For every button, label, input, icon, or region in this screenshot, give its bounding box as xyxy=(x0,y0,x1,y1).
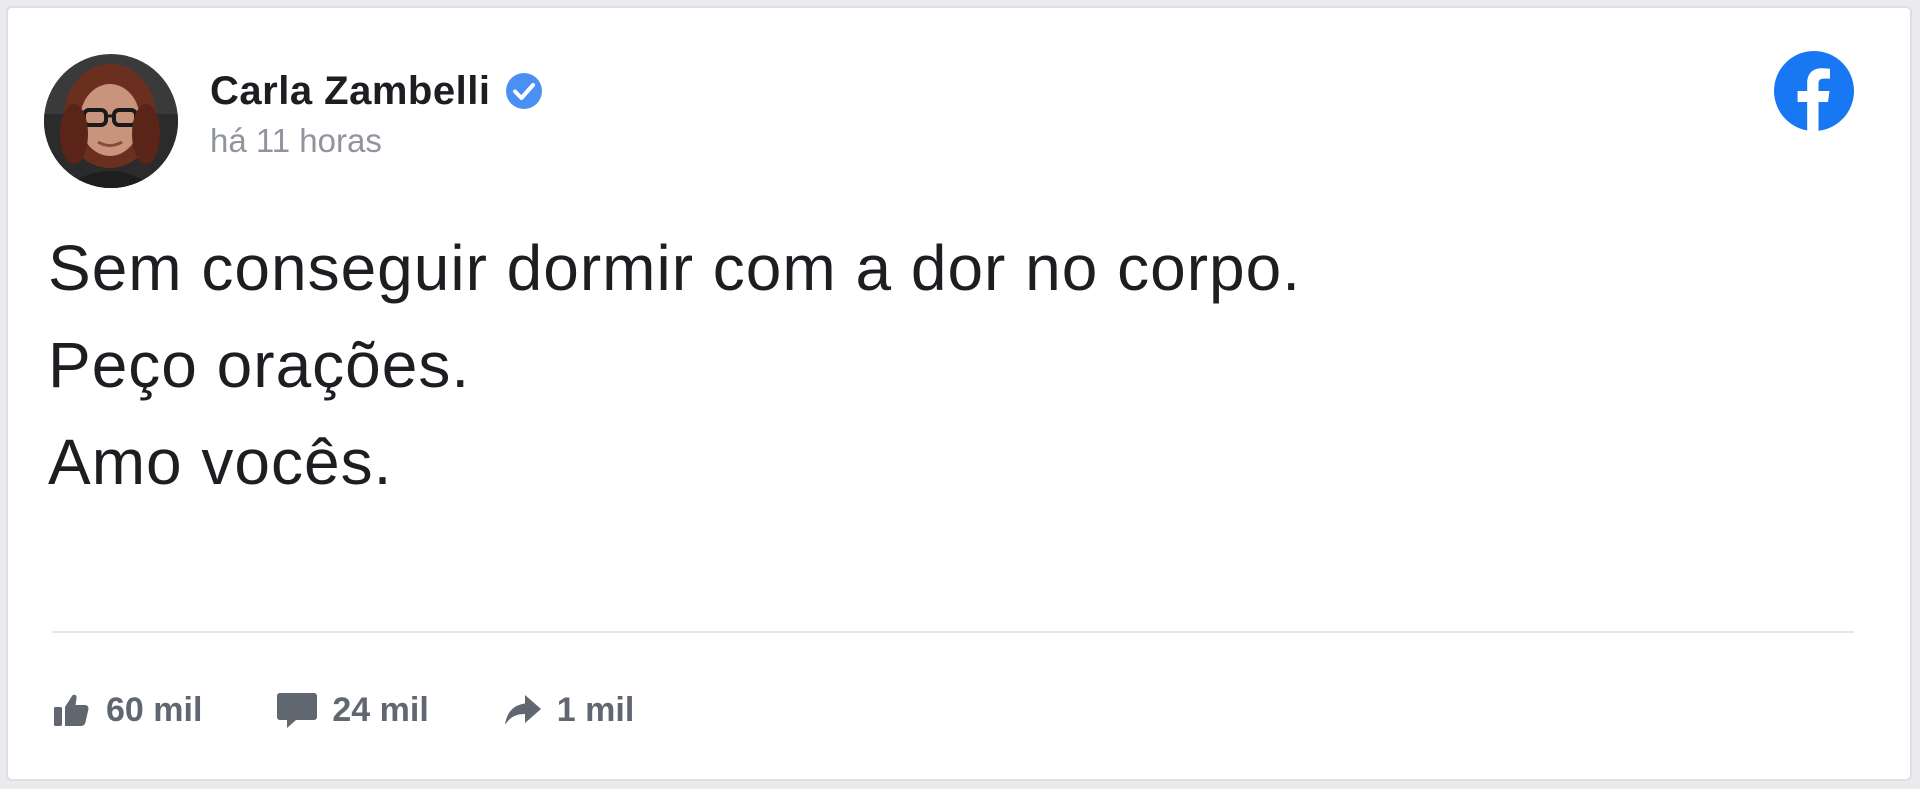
post-text-line: Peço orações. xyxy=(48,329,471,401)
facebook-logo-icon[interactable] xyxy=(1774,51,1854,131)
post-meta: Carla Zambelli há 11 horas xyxy=(210,69,544,160)
avatar[interactable] xyxy=(44,54,178,188)
thumbs-up-icon xyxy=(52,690,92,730)
like-stat[interactable]: 60 mil xyxy=(52,690,202,730)
share-count: 1 mil xyxy=(556,690,635,729)
verified-badge-icon xyxy=(504,71,544,111)
author-name[interactable]: Carla Zambelli xyxy=(210,69,490,114)
divider xyxy=(52,631,1854,633)
comment-stat[interactable]: 24 mil xyxy=(276,690,429,730)
post-card: Carla Zambelli há 11 horas Sem conseguir… xyxy=(6,6,1912,781)
post-timestamp[interactable]: há 11 horas xyxy=(210,122,544,160)
post-text-line: Sem conseguir dormir com a dor no corpo. xyxy=(48,232,1301,304)
post-text-line: Amo vocês. xyxy=(48,426,393,498)
share-arrow-icon xyxy=(503,692,543,728)
comment-icon xyxy=(276,690,318,730)
engagement-bar: 60 mil 24 mil 1 mil xyxy=(52,680,708,740)
post-header: Carla Zambelli há 11 horas xyxy=(44,54,544,188)
author-row: Carla Zambelli xyxy=(210,69,544,114)
profile-photo xyxy=(44,54,178,188)
comment-count: 24 mil xyxy=(332,690,429,729)
share-stat[interactable]: 1 mil xyxy=(503,691,634,730)
like-count: 60 mil xyxy=(106,690,203,729)
post-body: Sem conseguir dormir com a dor no corpo.… xyxy=(48,220,1301,511)
